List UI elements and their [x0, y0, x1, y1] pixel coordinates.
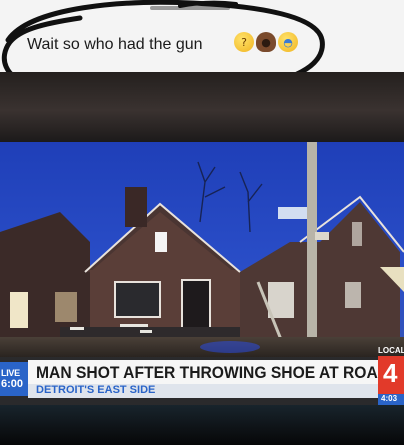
station-number: 4	[383, 358, 398, 388]
program-time: 6:00	[1, 378, 24, 390]
tv-bezel-bottom	[0, 405, 404, 445]
live-tag: LIVE	[1, 368, 20, 378]
station-label: LOCAL	[378, 346, 404, 355]
tv-bezel-top	[0, 72, 404, 142]
headline-box: MAN SHOT AFTER THROWING SHOE AT ROACH	[28, 360, 400, 384]
subheadline-box: DETROIT'S EAST SIDE	[28, 384, 378, 398]
news-lower-third: LIVE 6:00 MAN SHOT AFTER THROWING SHOE A…	[0, 346, 404, 406]
subheadline-text: DETROIT'S EAST SIDE	[36, 384, 156, 396]
headline-text: MAN SHOT AFTER THROWING SHOE AT ROACH	[36, 363, 401, 382]
broadcast-clock: 4:03	[381, 394, 398, 403]
news-scene-image	[0, 142, 404, 357]
